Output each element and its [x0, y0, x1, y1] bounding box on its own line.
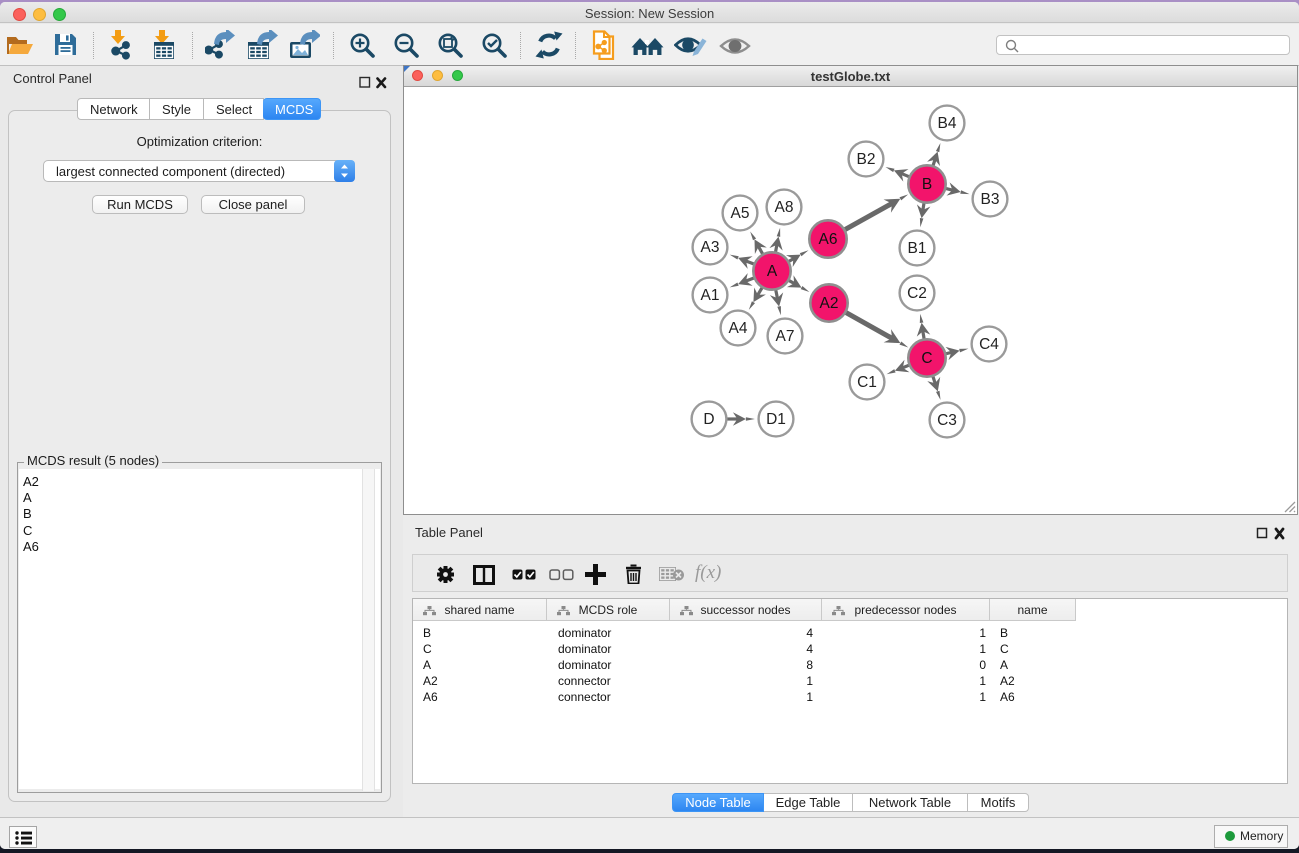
svg-text:C2: C2: [907, 285, 927, 302]
svg-text:A2: A2: [820, 295, 839, 312]
svg-text:A8: A8: [775, 199, 794, 216]
svg-text:B: B: [922, 176, 932, 193]
svg-text:A1: A1: [701, 287, 720, 304]
svg-text:A6: A6: [819, 231, 838, 248]
svg-text:C3: C3: [937, 412, 957, 429]
svg-text:D: D: [703, 411, 714, 428]
svg-text:C: C: [921, 350, 932, 367]
svg-text:C1: C1: [857, 374, 877, 391]
svg-text:A: A: [767, 263, 778, 280]
svg-text:B2: B2: [857, 151, 876, 168]
svg-text:A3: A3: [701, 239, 720, 256]
svg-text:A7: A7: [776, 328, 795, 345]
svg-text:B3: B3: [981, 191, 1000, 208]
svg-text:A4: A4: [729, 320, 748, 337]
svg-text:B1: B1: [908, 240, 927, 257]
svg-text:B4: B4: [938, 115, 957, 132]
svg-text:C4: C4: [979, 336, 999, 353]
svg-text:A5: A5: [731, 205, 750, 222]
svg-text:D1: D1: [766, 411, 786, 428]
